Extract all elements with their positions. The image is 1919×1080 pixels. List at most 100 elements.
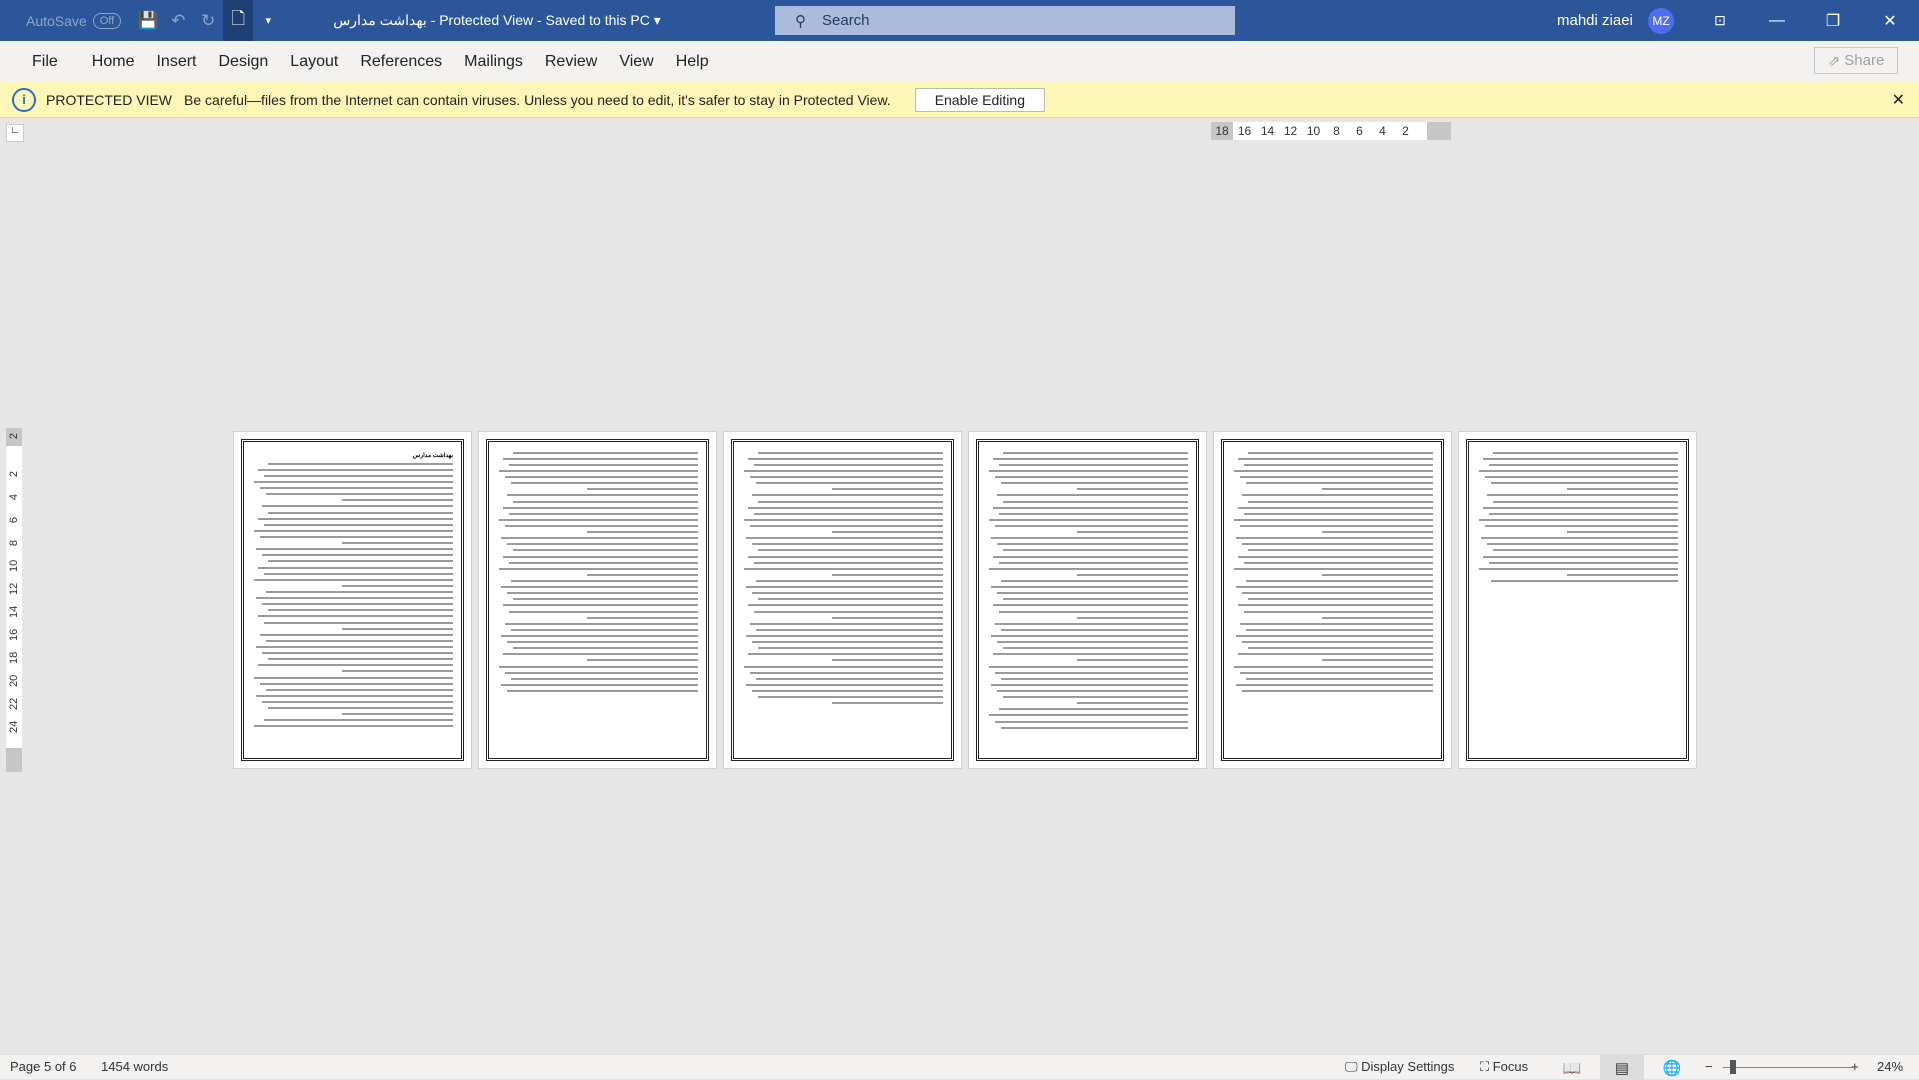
save-icon[interactable]: 💾	[133, 0, 163, 41]
text-line	[499, 519, 698, 521]
text-line	[995, 672, 1188, 674]
page-1[interactable]: بهداشت مدارس	[233, 431, 472, 769]
text-line	[746, 537, 943, 539]
text-line	[832, 659, 943, 661]
minimize-icon[interactable]: —	[1754, 0, 1800, 41]
text-line	[1242, 494, 1433, 496]
text-line	[989, 568, 1188, 570]
text-line	[991, 684, 1188, 686]
undo-icon[interactable]: ↶	[163, 0, 193, 41]
tab-insert[interactable]: Insert	[145, 53, 207, 71]
text-line	[258, 567, 453, 569]
page-5[interactable]	[1213, 431, 1452, 769]
new-document-icon[interactable]: 🗋	[223, 0, 254, 41]
close-icon[interactable]: ✕	[1867, 0, 1913, 41]
ruler-number: 8	[8, 539, 20, 547]
text-line	[513, 501, 698, 503]
tab-mailings[interactable]: Mailings	[453, 53, 534, 71]
text-line	[1238, 458, 1433, 460]
tab-references[interactable]: References	[349, 53, 453, 71]
text-line	[758, 452, 943, 454]
text-line	[1234, 519, 1433, 521]
page-4[interactable]	[968, 431, 1207, 769]
web-layout-icon[interactable]: 🌐	[1650, 1055, 1694, 1080]
text-line	[744, 568, 943, 570]
text-line	[752, 641, 943, 643]
horizontal-ruler[interactable]: 18 16 14 12 10 8 6 4 2	[1211, 122, 1451, 140]
page-2[interactable]	[478, 431, 717, 769]
search-box[interactable]: ⚲ Search	[775, 6, 1235, 35]
ruler-number: 6	[1356, 124, 1363, 138]
text-line	[1479, 470, 1678, 472]
text-line	[505, 476, 698, 478]
enable-editing-button[interactable]: Enable Editing	[914, 87, 1045, 112]
page-indicator[interactable]: Page 5 of 6	[10, 1059, 77, 1074]
tab-selector[interactable]: ∟	[6, 124, 24, 142]
zoom-slider[interactable]	[1723, 1067, 1853, 1068]
text-line	[264, 719, 453, 721]
share-button[interactable]: ⇗ Share	[1814, 47, 1898, 74]
focus-button[interactable]: ⛶ Focus	[1480, 1059, 1528, 1075]
text-line	[1322, 488, 1433, 490]
text-line	[989, 666, 1188, 668]
vertical-ruler[interactable]: 2 2 4 6 8 10 12 14 16 18 20 22 24	[6, 428, 22, 772]
tab-file[interactable]: File	[21, 53, 69, 71]
page-3[interactable]	[723, 431, 962, 769]
zoom-level[interactable]: 24%	[1877, 1059, 1903, 1074]
text-line	[832, 702, 943, 704]
avatar[interactable]: MZ	[1648, 8, 1674, 34]
word-count[interactable]: 1454 words	[101, 1059, 168, 1074]
ruler-number: 20	[8, 674, 20, 687]
text-line	[1077, 574, 1188, 576]
document-title[interactable]: بهداشت مدارس - Protected View - Saved to…	[333, 12, 661, 29]
ribbon-display-icon[interactable]: ⊡	[1697, 0, 1743, 41]
ruler-number: 16	[1237, 124, 1252, 138]
user-name[interactable]: mahdi ziaei	[1557, 12, 1633, 29]
text-line	[258, 518, 453, 520]
text-line	[1246, 678, 1433, 680]
text-line	[995, 476, 1188, 478]
text-line	[756, 482, 943, 484]
zoom-slider-thumb[interactable]	[1730, 1060, 1737, 1074]
text-line	[264, 524, 453, 526]
text-line	[268, 609, 453, 611]
text-line	[266, 493, 453, 495]
text-line	[1248, 452, 1433, 454]
tab-view[interactable]: View	[608, 53, 664, 71]
text-line	[256, 548, 453, 550]
tab-layout[interactable]: Layout	[279, 53, 349, 71]
print-layout-icon[interactable]: ▤	[1600, 1055, 1644, 1080]
read-mode-icon[interactable]: 📖	[1550, 1055, 1594, 1080]
text-line	[258, 664, 453, 666]
text-line	[1240, 672, 1433, 674]
ruler-number: 6	[8, 516, 20, 524]
text-line	[1481, 537, 1678, 539]
text-line	[746, 684, 943, 686]
autosave-toggle[interactable]: AutoSave Off	[26, 12, 122, 29]
zoom-out-button[interactable]: −	[1705, 1059, 1713, 1074]
text-line	[587, 488, 698, 490]
tab-review[interactable]: Review	[534, 53, 608, 71]
text-line	[1238, 653, 1433, 655]
text-line	[754, 464, 943, 466]
text-line	[256, 695, 453, 697]
tab-design[interactable]: Design	[207, 53, 279, 71]
restore-icon[interactable]: ❐	[1810, 0, 1856, 41]
ruler-number: 10	[8, 559, 20, 572]
display-settings-button[interactable]: 🖵 Display Settings	[1345, 1059, 1454, 1075]
ribbon-tabs: File Home Insert Design Layout Reference…	[0, 41, 1919, 82]
text-line	[997, 494, 1188, 496]
text-line	[342, 713, 453, 715]
page-6[interactable]	[1458, 431, 1697, 769]
close-bar-icon[interactable]: ✕	[1892, 90, 1905, 110]
text-line	[501, 586, 698, 588]
text-line	[1236, 586, 1433, 588]
tab-help[interactable]: Help	[665, 53, 720, 71]
redo-icon[interactable]: ↻	[193, 0, 223, 41]
customize-toolbar-icon[interactable]: ▾	[253, 0, 283, 41]
text-line	[1246, 482, 1433, 484]
text-line	[1322, 659, 1433, 661]
zoom-in-button[interactable]: +	[1851, 1059, 1859, 1074]
text-line	[991, 586, 1188, 588]
tab-home[interactable]: Home	[81, 53, 146, 71]
